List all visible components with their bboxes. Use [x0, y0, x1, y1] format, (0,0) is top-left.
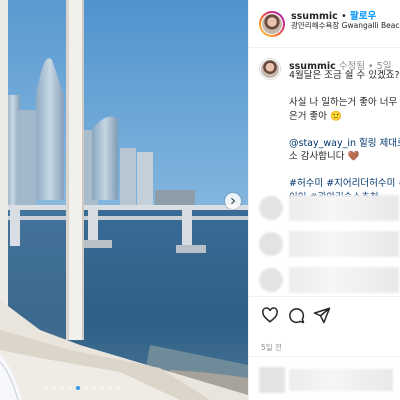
action-bar — [249, 296, 400, 336]
comment-row — [259, 231, 400, 257]
post-photo[interactable] — [0, 0, 248, 400]
comment-row — [259, 195, 400, 221]
carousel-dot — [100, 386, 104, 390]
carousel-dot — [84, 386, 88, 390]
comment-input-area[interactable] — [249, 356, 400, 400]
carousel-dot — [52, 386, 56, 390]
blurred-comments — [259, 195, 400, 295]
hashtag-line[interactable]: #허수미 #지어리더허수미 # — [289, 177, 400, 191]
carousel-dot — [108, 386, 112, 390]
mention-link[interactable]: @stay_way_in 힐링 제대로 — [289, 137, 400, 151]
carousel-indicator — [44, 386, 120, 390]
caption-text: 4월달은 조금 쉴 수 있겠죠? 사실 나 일하는거 좋아 너무 은거 좋아 🙂… — [289, 69, 400, 204]
carousel-dot — [60, 386, 64, 390]
comment-row — [259, 267, 400, 293]
caption-line: 은거 좋아 🙂 — [289, 110, 342, 122]
next-photo-button[interactable] — [225, 193, 241, 209]
post-location[interactable]: 광안리해수욕장 Gwangalli Beach, Busan Korea 廣安里… — [291, 20, 400, 31]
ocean-bridge-photo — [0, 0, 248, 400]
carousel-dot — [68, 386, 72, 390]
caption-line: 4월달은 조금 쉴 수 있겠죠? — [289, 70, 400, 81]
caption-line: 소 감사합니다 🤎 — [289, 151, 360, 162]
caption-avatar[interactable] — [259, 58, 281, 80]
author-avatar[interactable] — [259, 11, 285, 37]
post-side-panel: ssummic • 팔로우 광안리해수욕장 Gwangalli Beach, B… — [248, 0, 400, 400]
comment-icon[interactable] — [287, 306, 305, 324]
carousel-dot — [44, 386, 48, 390]
post-timestamp[interactable]: 5일 전 — [261, 342, 282, 353]
caption-line: 사실 나 일하는거 좋아 너무 — [289, 97, 398, 108]
carousel-dot — [116, 386, 120, 390]
chevron-right-icon — [230, 197, 236, 205]
heart-icon[interactable] — [261, 306, 279, 324]
post-header: ssummic • 팔로우 광안리해수욕장 Gwangalli Beach, B… — [249, 0, 400, 48]
carousel-dot — [92, 386, 96, 390]
send-icon[interactable] — [313, 306, 331, 324]
carousel-dot — [76, 386, 80, 390]
